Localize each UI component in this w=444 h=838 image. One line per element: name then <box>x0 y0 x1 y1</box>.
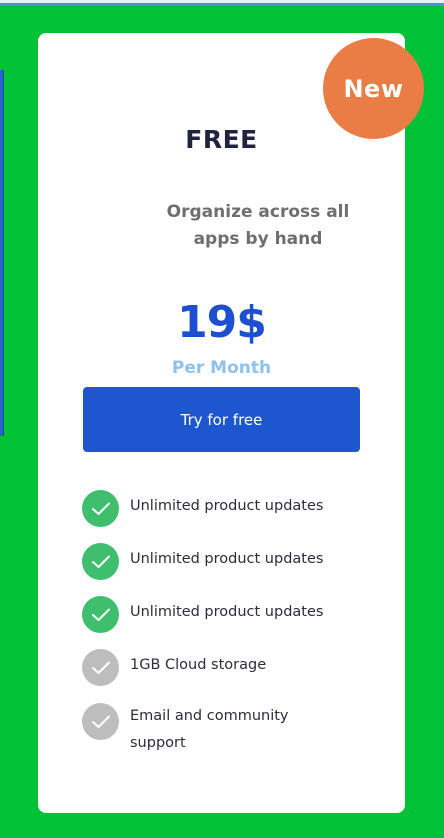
feature-label: Unlimited product updates <box>130 551 324 567</box>
feature-label: 1GB Cloud storage <box>130 657 267 673</box>
feature-item: Unlimited product updates <box>82 490 330 527</box>
check-icon <box>82 490 119 527</box>
feature-item: Unlimited product updates <box>82 543 330 580</box>
check-icon <box>82 596 119 633</box>
try-for-free-button[interactable]: Try for free <box>83 387 360 452</box>
left-edge-panel <box>0 70 4 436</box>
feature-label: Unlimited product updates <box>130 604 324 620</box>
check-icon <box>82 649 119 686</box>
plan-title: FREE <box>185 125 258 154</box>
feature-item: Unlimited product updates <box>82 596 330 633</box>
top-bar <box>0 0 444 6</box>
price-period: Per Month <box>171 358 272 378</box>
feature-item: Email and community support <box>82 703 315 757</box>
plan-price: 19$ <box>177 297 267 348</box>
plan-tagline: Organize across all apps by hand <box>166 202 350 249</box>
feature-label: Unlimited product updates <box>130 498 324 514</box>
new-badge: New <box>323 38 424 139</box>
feature-label: Email and community support <box>130 708 289 751</box>
check-icon <box>82 543 119 580</box>
check-icon <box>82 703 119 740</box>
feature-item: 1GB Cloud storage <box>82 649 330 686</box>
